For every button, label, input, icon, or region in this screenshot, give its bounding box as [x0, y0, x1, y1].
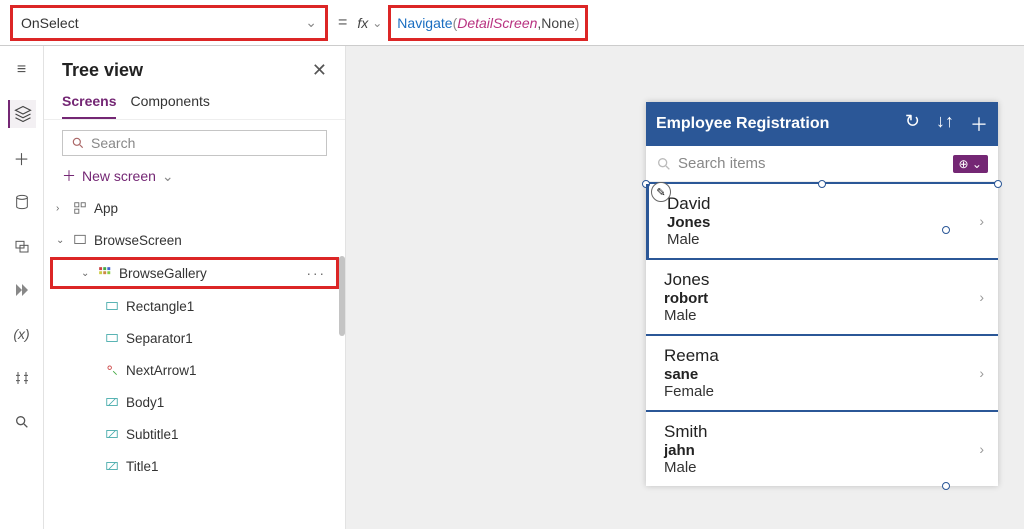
property-dropdown[interactable]: OnSelect ⌄ — [10, 5, 328, 41]
tree-node-app[interactable]: › App — [44, 192, 345, 224]
selection-handle[interactable] — [942, 482, 950, 490]
tree-view-icon[interactable] — [8, 100, 36, 128]
search-icon — [656, 156, 672, 172]
tree-node-rectangle1[interactable]: Rectangle1 — [44, 290, 345, 322]
gallery-item[interactable]: ✎ David Jones Male › — [646, 184, 998, 260]
label-icon — [104, 458, 120, 474]
fx-label[interactable]: fx ⌄ — [357, 15, 382, 31]
more-icon[interactable]: ··· — [307, 266, 327, 281]
insert-icon[interactable]: ＋ — [8, 144, 36, 172]
screen-icon — [72, 232, 88, 248]
app-icon — [72, 200, 88, 216]
close-icon[interactable]: ✕ — [312, 60, 327, 81]
chevron-right-icon[interactable]: › — [979, 441, 984, 457]
icon-icon — [104, 362, 120, 378]
chevron-down-icon: ⌄ — [162, 168, 174, 185]
scrollbar[interactable] — [339, 256, 345, 336]
formula-bar[interactable]: Navigate(DetailScreen, None) — [388, 5, 588, 41]
new-screen-button[interactable]: ＋ New screen ⌄ — [44, 160, 345, 192]
tree-node-browsegallery[interactable]: ⌄ BrowseGallery ··· — [50, 257, 339, 289]
caret-icon: ⌄ — [81, 268, 91, 279]
tree: › App ⌄ BrowseScreen ⌄ BrowseGallery ··· — [44, 192, 345, 529]
add-icon[interactable]: ＋ — [970, 111, 988, 137]
tree-view-panel: Tree view ✕ Screens Components Search ＋ … — [44, 46, 346, 529]
hamburger-icon[interactable]: ≡ — [8, 56, 36, 84]
app-title: Employee Registration — [656, 115, 829, 133]
plus-icon: ＋ — [62, 166, 76, 186]
label-icon — [104, 394, 120, 410]
property-value: OnSelect — [21, 15, 79, 31]
gallery-item[interactable]: Reema sane Female › — [646, 336, 998, 412]
tree-node-subtitle1[interactable]: Subtitle1 — [44, 418, 345, 450]
tree-node-browsescreen[interactable]: ⌄ BrowseScreen — [44, 224, 345, 256]
panel-title: Tree view — [62, 60, 143, 81]
data-icon[interactable] — [8, 188, 36, 216]
tools-icon[interactable] — [8, 364, 36, 392]
app-search-input[interactable]: Search items — [656, 155, 766, 172]
app-header: Employee Registration ↻ ↓↑ ＋ — [646, 102, 998, 146]
canvas[interactable]: Employee Registration ↻ ↓↑ ＋ Search item… — [346, 46, 1024, 529]
edit-icon[interactable]: ✎ — [651, 182, 671, 202]
sort-icon[interactable]: ↓↑ — [936, 111, 954, 137]
copilot-badge[interactable]: ⊕ ⌄ — [953, 155, 988, 173]
chevron-down-icon: ⌄ — [305, 14, 317, 31]
caret-icon: ⌄ — [56, 235, 66, 246]
tree-search[interactable]: Search — [62, 130, 327, 156]
tab-components[interactable]: Components — [130, 87, 209, 119]
selection-handle[interactable] — [942, 226, 950, 234]
shape-icon — [104, 330, 120, 346]
gallery-item[interactable]: Smith jahn Male › — [646, 412, 998, 486]
chevron-right-icon[interactable]: › — [979, 289, 984, 305]
chevron-right-icon[interactable]: › — [979, 213, 984, 229]
variables-icon[interactable]: (x) — [8, 320, 36, 348]
equals-sign: = — [338, 14, 347, 32]
panel-tabs: Screens Components — [44, 87, 345, 120]
shape-icon — [104, 298, 120, 314]
tab-screens[interactable]: Screens — [62, 87, 116, 119]
tree-node-title1[interactable]: Title1 — [44, 450, 345, 482]
tree-node-body1[interactable]: Body1 — [44, 386, 345, 418]
power-automate-icon[interactable] — [8, 276, 36, 304]
search-icon[interactable] — [8, 408, 36, 436]
side-rail: ≡ ＋ (x) — [0, 46, 44, 529]
tree-node-nextarrow1[interactable]: NextArrow1 — [44, 354, 345, 386]
search-placeholder: Search — [91, 135, 135, 151]
app-preview: Employee Registration ↻ ↓↑ ＋ Search item… — [646, 102, 998, 486]
gallery-icon — [97, 265, 113, 281]
refresh-icon[interactable]: ↻ — [905, 111, 920, 137]
media-icon[interactable] — [8, 232, 36, 260]
gallery-item[interactable]: Jones robort Male › — [646, 260, 998, 336]
tree-node-separator1[interactable]: Separator1 — [44, 322, 345, 354]
top-bar: OnSelect ⌄ = fx ⌄ Navigate(DetailScreen,… — [0, 0, 1024, 46]
label-icon — [104, 426, 120, 442]
caret-icon: › — [56, 203, 66, 214]
search-icon — [71, 136, 85, 150]
app-search-row: Search items ⊕ ⌄ — [646, 146, 998, 182]
chevron-down-icon: ⌄ — [372, 16, 382, 30]
chevron-right-icon[interactable]: › — [979, 365, 984, 381]
